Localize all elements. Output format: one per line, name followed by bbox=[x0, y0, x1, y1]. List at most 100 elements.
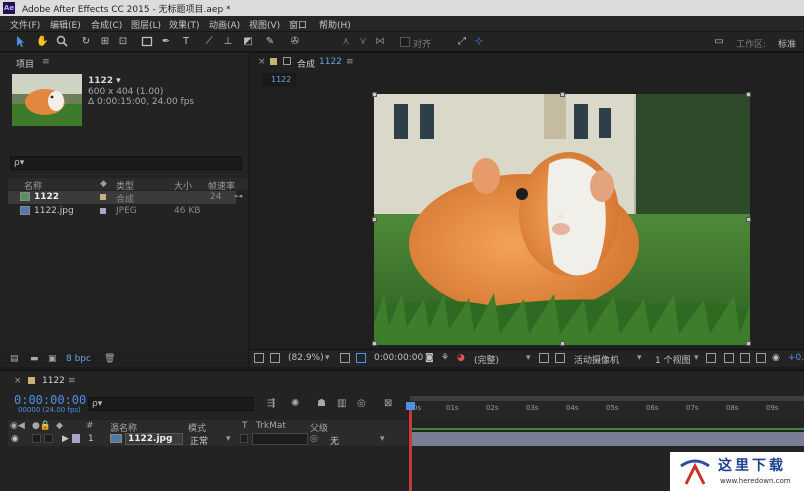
parent-dropdown[interactable]: 无 bbox=[330, 434, 339, 447]
av-features-icon[interactable]: ◉◀ bbox=[10, 421, 25, 431]
flowchart-view-icon[interactable] bbox=[756, 353, 766, 363]
interpret-footage-icon[interactable]: ▤ bbox=[10, 354, 19, 364]
camera-tool-icon[interactable]: ⊞ bbox=[99, 35, 111, 48]
world-axis-icon[interactable]: ⋎ bbox=[357, 35, 369, 48]
layer-duration-bar[interactable] bbox=[410, 432, 804, 446]
menu-effect[interactable]: 效果(T) bbox=[169, 18, 200, 31]
layer-mode-dropdown[interactable]: 正常 bbox=[190, 434, 208, 447]
project-tab-menu-icon[interactable]: ≡ bbox=[42, 57, 50, 67]
layer-source-name[interactable]: 1122.jpg bbox=[125, 433, 183, 445]
toggle-pixel-aspect-icon[interactable] bbox=[706, 353, 716, 363]
frame-blending-icon[interactable]: ▥ bbox=[337, 398, 346, 409]
menu-window[interactable]: 窗口 bbox=[289, 18, 307, 31]
parent-dropdown-arrow-icon[interactable]: ▾ bbox=[380, 434, 385, 444]
expand-layer-icon[interactable]: ▶ bbox=[62, 434, 69, 444]
column-t[interactable]: T bbox=[242, 421, 248, 431]
composition-tab-prefix[interactable]: 合成 bbox=[297, 57, 315, 70]
monitor-icon[interactable] bbox=[270, 353, 280, 363]
visibility-eye-icon[interactable]: ◉ bbox=[11, 434, 19, 444]
composition-tab-close-icon[interactable]: × bbox=[258, 57, 266, 67]
project-item-row[interactable]: 1122.jpg JPEG 46 KB bbox=[8, 205, 236, 218]
draft-3d-icon[interactable]: ✺ bbox=[291, 398, 299, 409]
label-column-icon[interactable]: ◆ bbox=[100, 179, 107, 189]
local-axis-icon[interactable]: ⋏ bbox=[340, 35, 352, 48]
menu-layer[interactable]: 图层(L) bbox=[131, 18, 161, 31]
region-of-interest-icon[interactable] bbox=[539, 353, 549, 363]
color-channels-icon[interactable]: ◕ bbox=[457, 353, 465, 363]
rectangle-tool-icon[interactable] bbox=[141, 35, 153, 48]
trash-icon[interactable]: 🗑 bbox=[104, 354, 115, 364]
graph-editor-icon[interactable]: ⊠ bbox=[384, 398, 392, 409]
zoom-dropdown-arrow-icon[interactable]: ▾ bbox=[325, 353, 330, 363]
lock-icon[interactable] bbox=[283, 57, 291, 65]
transform-handle[interactable] bbox=[746, 341, 751, 346]
transform-handle[interactable] bbox=[746, 92, 751, 97]
camera-dropdown[interactable]: 活动摄像机 bbox=[574, 353, 619, 366]
project-search-input[interactable]: ρ▾ bbox=[10, 156, 242, 170]
resolution-dropdown[interactable]: (完整) bbox=[474, 353, 499, 366]
pan-behind-tool-icon[interactable]: ⊡ bbox=[117, 35, 129, 48]
safe-margins-icon[interactable] bbox=[340, 353, 350, 363]
views-dropdown-arrow-icon[interactable]: ▾ bbox=[694, 353, 699, 363]
mask-visibility-icon[interactable] bbox=[356, 353, 366, 363]
label-color-tan[interactable] bbox=[100, 194, 106, 200]
reset-exposure-icon[interactable]: ◉ bbox=[772, 353, 780, 363]
selection-tool-icon[interactable] bbox=[14, 35, 26, 48]
always-preview-icon[interactable] bbox=[254, 353, 264, 363]
eraser-tool-icon[interactable]: ◩ bbox=[242, 35, 254, 48]
layer-label-color[interactable] bbox=[72, 434, 80, 443]
menu-view[interactable]: 视图(V) bbox=[249, 18, 280, 31]
time-ruler[interactable]: 0s 01s 02s 03s 04s 05s 06s 07s 08s 09s bbox=[410, 396, 804, 420]
project-tab[interactable]: 项目 bbox=[16, 57, 34, 70]
parent-pick-whip-icon[interactable]: ◎ bbox=[310, 434, 318, 444]
label-color-lavender[interactable] bbox=[100, 208, 106, 214]
views-dropdown[interactable]: 1 个视图 bbox=[655, 353, 691, 366]
exposure-value[interactable]: +0.0 bbox=[788, 353, 804, 363]
transform-handle[interactable] bbox=[560, 92, 565, 97]
shy-layers-icon[interactable]: ☗ bbox=[317, 398, 326, 409]
brush-tool-icon[interactable]: ⟋ bbox=[203, 35, 215, 48]
snap-checkbox[interactable] bbox=[400, 37, 410, 47]
bpc-button[interactable]: 8 bpc bbox=[66, 354, 91, 364]
project-item-row[interactable]: 1122 合成 24 bbox=[8, 191, 236, 205]
workspace-panel-icon[interactable]: ▭ bbox=[712, 35, 726, 48]
layer-row[interactable]: ◉ ▶ 1 1122.jpg 正常 ▾ ◎ 无 ▾ bbox=[8, 432, 408, 447]
view-axis-icon[interactable]: ⋈ bbox=[374, 35, 386, 48]
snapshot-icon[interactable]: ◙ bbox=[425, 353, 434, 363]
motion-blur-icon[interactable]: ◎ bbox=[357, 398, 366, 409]
flowchart-icon[interactable]: ⊶ bbox=[234, 192, 243, 202]
menu-help[interactable]: 帮助(H) bbox=[319, 18, 351, 31]
clone-stamp-tool-icon[interactable]: ⊥ bbox=[222, 35, 234, 48]
timeline-tab-name[interactable]: 1122 bbox=[42, 376, 65, 386]
timeline-timecode[interactable]: 0:00:00:00 bbox=[14, 393, 86, 407]
anchor-point-icon[interactable]: ✧ bbox=[556, 212, 564, 223]
hand-tool-icon[interactable]: ✋ bbox=[36, 35, 48, 48]
show-snapshot-icon[interactable]: ⚘ bbox=[441, 353, 449, 363]
preserve-transparency-toggle[interactable] bbox=[240, 434, 248, 443]
puppet-tool-icon[interactable]: ✇ bbox=[289, 35, 301, 48]
composition-tab-name[interactable]: 1122 bbox=[319, 57, 342, 67]
timeline-search-input[interactable]: ρ▾ bbox=[88, 397, 254, 411]
type-tool-icon[interactable]: T bbox=[180, 35, 192, 48]
zoom-dropdown[interactable]: (82.9%) bbox=[288, 353, 324, 363]
pen-tool-icon[interactable]: ✒ bbox=[160, 35, 172, 48]
viewer-timecode[interactable]: 0:00:00:00 bbox=[374, 353, 423, 363]
workspace-value[interactable]: 标准 bbox=[778, 37, 796, 50]
timeline-tab-menu-icon[interactable]: ≡ bbox=[68, 376, 76, 386]
solo-lock-icon[interactable]: ●🔒 bbox=[32, 421, 51, 431]
fast-previews-icon[interactable] bbox=[724, 353, 734, 363]
transparency-grid-icon[interactable] bbox=[555, 353, 565, 363]
transform-handle[interactable] bbox=[746, 217, 751, 222]
composition-flow-tab[interactable]: 1122 bbox=[262, 73, 296, 87]
mode-dropdown-arrow-icon[interactable]: ▾ bbox=[226, 434, 231, 444]
transform-handle[interactable] bbox=[372, 217, 377, 222]
expand-icon[interactable]: ⤢ bbox=[456, 35, 468, 48]
rotate-tool-icon[interactable]: ↻ bbox=[80, 35, 92, 48]
transform-handle[interactable] bbox=[372, 92, 377, 97]
new-composition-icon[interactable]: ▣ bbox=[48, 354, 57, 364]
comp-mini-flowchart-icon[interactable]: ⇶ bbox=[267, 398, 275, 409]
menu-animation[interactable]: 动画(A) bbox=[209, 18, 240, 31]
current-time-indicator[interactable] bbox=[409, 402, 412, 491]
composition-tab-menu-icon[interactable]: ≡ bbox=[346, 57, 354, 67]
label-column-icon[interactable]: ◆ bbox=[56, 421, 63, 431]
